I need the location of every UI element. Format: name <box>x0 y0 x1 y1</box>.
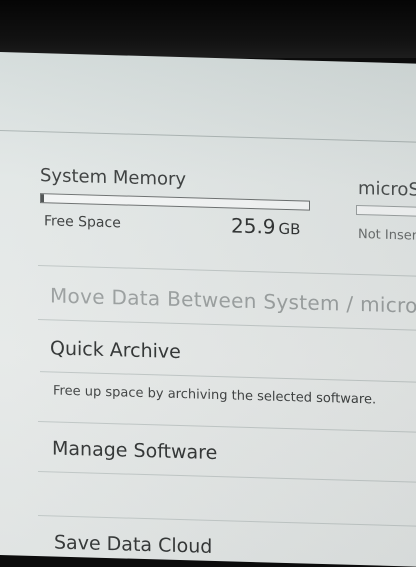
divider <box>40 371 416 384</box>
microsd-status: Not Inser <box>358 226 416 244</box>
system-memory-usage-fill <box>41 194 44 203</box>
system-memory-free-label: Free Space <box>44 213 121 232</box>
system-memory-title: System Memory <box>40 165 187 191</box>
device-bezel <box>0 0 416 58</box>
divider <box>38 319 416 332</box>
microsd-usage-bar <box>356 204 416 218</box>
microsd-title: microS <box>358 177 416 201</box>
free-space-unit: GB <box>278 219 301 239</box>
divider <box>38 421 416 434</box>
system-memory-usage-bar <box>40 193 310 211</box>
quick-archive-description: Free up space by archiving the selected … <box>53 383 377 408</box>
move-data-button[interactable]: Move Data Between System / microS <box>50 283 416 318</box>
save-data-cloud-button[interactable]: Save Data Cloud <box>54 532 212 558</box>
system-memory-free-value: 25.9 GB <box>231 213 300 239</box>
microsd-panel: microS <box>358 178 416 201</box>
divider <box>38 265 416 278</box>
divider <box>38 515 416 528</box>
system-memory-panel: System Memory <box>40 165 186 190</box>
header-divider <box>0 130 416 143</box>
divider <box>38 471 416 484</box>
manage-software-button[interactable]: Manage Software <box>52 437 217 464</box>
quick-archive-button[interactable]: Quick Archive <box>50 337 181 363</box>
data-management-screen: System Memory Free Space 25.9 GB microS N… <box>0 52 416 567</box>
free-space-number: 25.9 <box>231 213 276 239</box>
